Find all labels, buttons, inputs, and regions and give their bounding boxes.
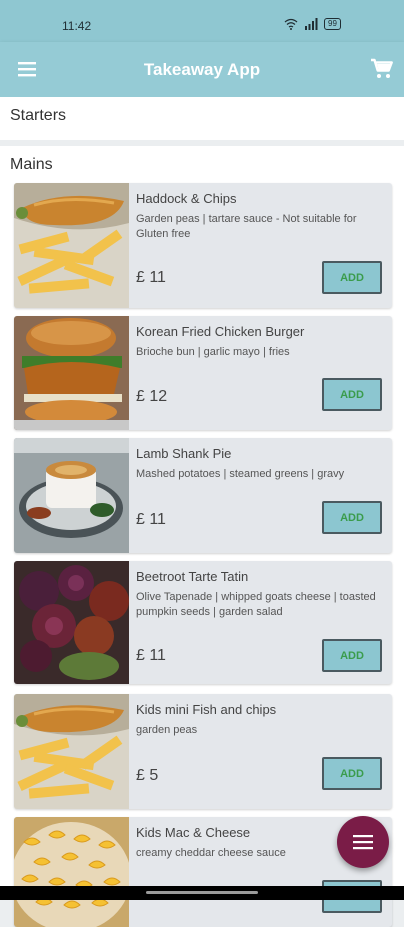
- item-description: garden peas: [136, 724, 198, 736]
- item-name: Haddock & Chips: [136, 191, 237, 206]
- shopping-cart-icon[interactable]: [370, 57, 394, 81]
- app-title: Takeaway App: [143, 60, 261, 79]
- item-price: £ 12: [136, 388, 168, 405]
- status-time: 11:42: [62, 19, 92, 33]
- battery-icon: 99: [324, 18, 341, 30]
- item-price: £ 11: [136, 269, 166, 286]
- category-mains-label: Mains: [10, 156, 53, 173]
- item-description: Mashed potatoes | steamed greens | gravy: [136, 468, 345, 480]
- category-starters-label: Starters: [10, 107, 67, 124]
- add-button[interactable]: ADD: [322, 501, 382, 534]
- category-mains: Mains Haddock & Chips Garden peas | tart…: [0, 146, 404, 927]
- item-name: Kids Mac & Cheese: [136, 825, 251, 840]
- menu-item-card[interactable]: Kids Mac & Cheese creamy cheddar cheese …: [14, 817, 392, 927]
- food-image: [14, 183, 129, 308]
- add-button[interactable]: ADD: [322, 378, 382, 411]
- item-name: Korean Fried Chicken Burger: [136, 324, 305, 339]
- menu-item-card[interactable]: Beetroot Tarte Tatin Olive Tapenade | wh…: [14, 561, 392, 684]
- menu-item-card[interactable]: Korean Fried Chicken Burger Brioche bun …: [14, 316, 392, 430]
- food-image: [14, 316, 129, 430]
- status-icons: 99: [284, 18, 341, 30]
- add-button[interactable]: ADD: [322, 639, 382, 672]
- item-price: £ 11: [136, 511, 166, 528]
- app-bar: Takeaway App: [0, 42, 404, 97]
- signal-icon: [305, 18, 318, 30]
- item-description: Olive Tapenade | whipped goats cheese | …: [136, 591, 376, 618]
- item-description: Garden peas | tartare sauce - Not suitab…: [136, 213, 357, 240]
- item-price: £ 5: [136, 767, 159, 784]
- food-image: [14, 817, 129, 927]
- food-image: [14, 561, 129, 684]
- menu-item-card[interactable]: Haddock & Chips Garden peas | tartare sa…: [14, 183, 392, 308]
- item-name: Lamb Shank Pie: [136, 446, 232, 461]
- status-bar: 11:42 99: [0, 0, 404, 42]
- menu-list-icon[interactable]: [337, 816, 389, 868]
- home-handle[interactable]: [146, 891, 258, 894]
- food-image: [14, 438, 129, 553]
- menu-item-card[interactable]: Kids mini Fish and chips garden peas £ 5…: [14, 694, 392, 809]
- item-price: £ 11: [136, 647, 166, 664]
- food-image: [14, 694, 129, 809]
- system-nav-bar: [0, 886, 404, 900]
- item-description: Brioche bun | garlic mayo | fries: [136, 346, 290, 358]
- item-name: Beetroot Tarte Tatin: [136, 569, 249, 584]
- menu-item-card[interactable]: Lamb Shank Pie Mashed potatoes | steamed…: [14, 438, 392, 553]
- add-button[interactable]: ADD: [322, 757, 382, 790]
- wifi-icon: [284, 18, 298, 30]
- item-name: Kids mini Fish and chips: [136, 702, 277, 717]
- category-starters[interactable]: Starters: [0, 97, 404, 140]
- add-button[interactable]: ADD: [322, 261, 382, 294]
